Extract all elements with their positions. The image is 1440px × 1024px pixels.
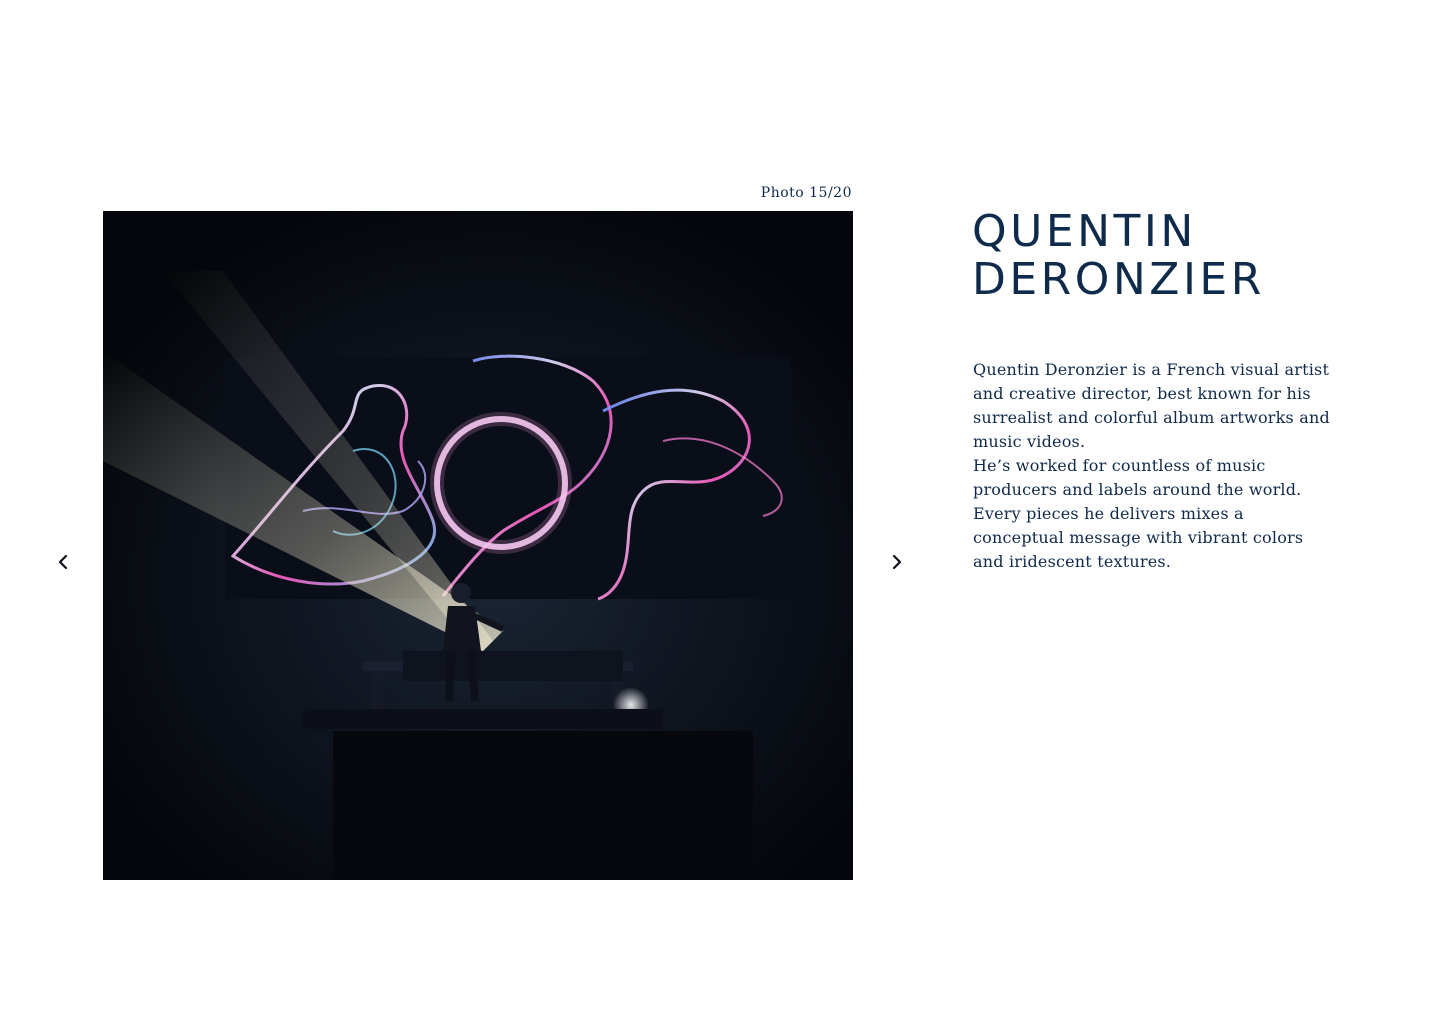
artist-name-line1: QUENTIN [972, 206, 1197, 257]
next-photo-button[interactable] [884, 548, 910, 576]
artist-bio: Quentin Deronzier is a French visual art… [973, 358, 1333, 574]
bio-paragraph: He’s worked for countless of music produ… [973, 456, 1304, 571]
chevron-right-icon [892, 554, 902, 570]
artist-name: QUENTIN DERONZIER [972, 208, 1265, 304]
artist-name-line2: DERONZIER [972, 254, 1265, 305]
photo-counter: Photo 15/20 [760, 185, 852, 201]
bio-paragraph: Quentin Deronzier is a French visual art… [973, 360, 1330, 451]
gallery-photo [103, 211, 853, 880]
chevron-left-icon [58, 554, 68, 570]
previous-photo-button[interactable] [50, 548, 76, 576]
